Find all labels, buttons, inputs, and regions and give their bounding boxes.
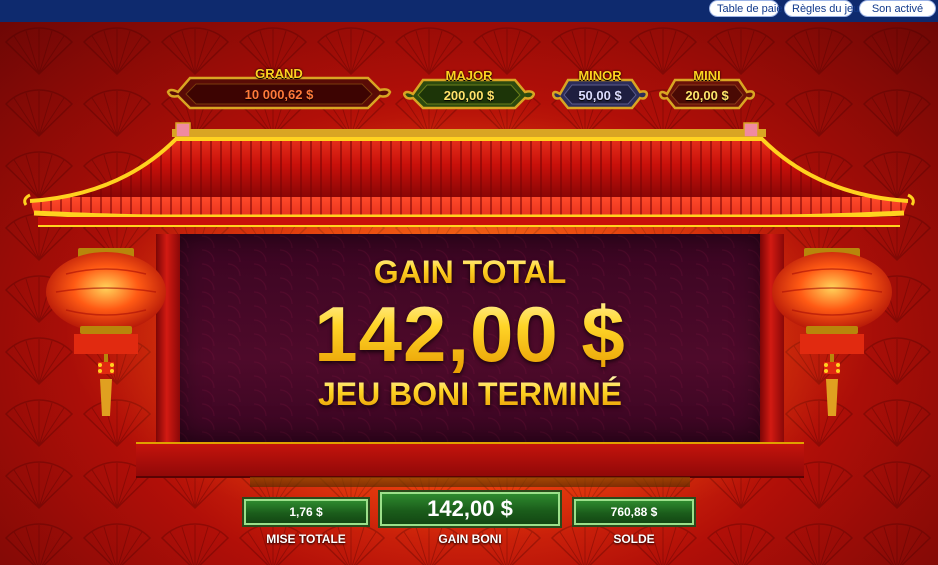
jackpot-minor-label: MINOR: [578, 68, 622, 83]
total-bet-value: 1,76 $: [242, 497, 370, 527]
total-win-amount: 142,00 $: [176, 292, 764, 376]
right-lantern-icon: [772, 248, 892, 416]
top-bar: Table de paie Règles du jeu Son activé: [0, 0, 938, 23]
balance-label: SOLDE: [613, 532, 655, 546]
jackpot-major-value: 200,00 $: [443, 88, 495, 103]
jackpot-grand-label: GRAND: [255, 66, 303, 81]
jackpot-grand: GRAND 10 000,62 $: [166, 66, 392, 116]
total-win-title: GAIN TOTAL: [176, 254, 764, 290]
jackpot-mini: MINI 20,00 $: [659, 68, 755, 114]
jackpot-minor-value: 50,00 $: [578, 88, 622, 103]
balance-value: 760,88 $: [572, 497, 696, 527]
sound-toggle-button[interactable]: Son activé: [859, 0, 936, 17]
stats-band: [250, 477, 690, 487]
game-stage: GRAND 10 000,62 $ MAJOR 200,00 $ MINOR 5…: [0, 22, 938, 565]
jackpot-minor: MINOR 50,00 $: [552, 68, 648, 114]
pagoda-base: [136, 442, 804, 478]
bonus-game-finished-text: JEU BONI TERMINÉ: [176, 376, 764, 412]
jackpot-major-label: MAJOR: [445, 68, 493, 83]
total-bet-label: MISE TOTALE: [266, 532, 346, 546]
jackpot-major: MAJOR 200,00 $: [403, 68, 535, 114]
left-lantern-icon: [46, 248, 166, 416]
jackpot-mini-value: 20,00 $: [685, 88, 729, 103]
jackpot-grand-value: 10 000,62 $: [244, 87, 314, 102]
paytable-button[interactable]: Table de paie: [709, 0, 782, 17]
bonus-win-value: 142,00 $: [378, 490, 562, 528]
bonus-win-label: GAIN BONI: [438, 532, 502, 546]
game-rules-button[interactable]: Règles du jeu: [784, 0, 859, 17]
jackpot-mini-label: MINI: [693, 68, 721, 83]
